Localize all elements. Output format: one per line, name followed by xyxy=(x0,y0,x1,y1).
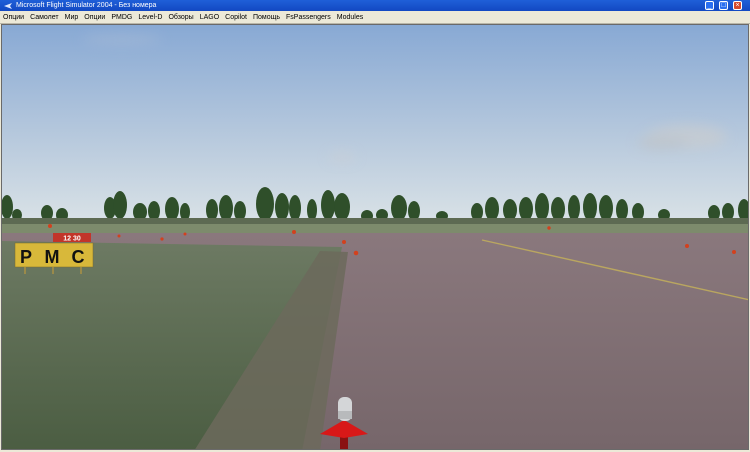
close-icon[interactable]: × xyxy=(733,1,742,10)
menu-item-help[interactable]: Помощь xyxy=(250,14,283,21)
horizon-strip xyxy=(2,218,748,224)
menu-item-options[interactable]: Опции xyxy=(0,14,27,21)
plane-app-icon xyxy=(4,3,12,9)
sign-letter-m: M xyxy=(45,247,60,267)
menu-item-copilot[interactable]: Copilot xyxy=(222,14,250,21)
menu-item-views[interactable]: Обзоры xyxy=(165,14,196,21)
menu-item-modules[interactable]: Modules xyxy=(334,14,366,21)
menu-item-fspassengers[interactable]: FsPassengers xyxy=(283,14,334,21)
simulator-3d-view[interactable]: 12 30 P M C xyxy=(1,24,749,450)
title-bar[interactable]: Microsoft Flight Simulator 2004 - Без но… xyxy=(0,0,750,11)
menu-item-options-2[interactable]: Опции xyxy=(81,14,108,21)
maximize-icon[interactable]: □ xyxy=(719,1,728,10)
minimize-icon[interactable]: _ xyxy=(705,1,714,10)
menu-item-world[interactable]: Мир xyxy=(62,14,82,21)
sign-letter-p: P xyxy=(20,247,32,267)
sign-letter-c: C xyxy=(72,247,85,267)
menu-item-aircraft[interactable]: Самолет xyxy=(27,14,62,21)
menu-item-level-d[interactable]: Level-D xyxy=(135,14,165,21)
application-window: Microsoft Flight Simulator 2004 - Без но… xyxy=(0,0,750,452)
runway-sign-label: 12 30 xyxy=(63,236,81,243)
menu-bar: Опции Самолет Мир Опции PMDG Level-D Обз… xyxy=(0,11,750,24)
menu-item-pmdg[interactable]: PMDG xyxy=(108,14,135,21)
menu-item-lago[interactable]: LAGO xyxy=(197,14,222,21)
window-title: Microsoft Flight Simulator 2004 - Без но… xyxy=(16,2,157,9)
